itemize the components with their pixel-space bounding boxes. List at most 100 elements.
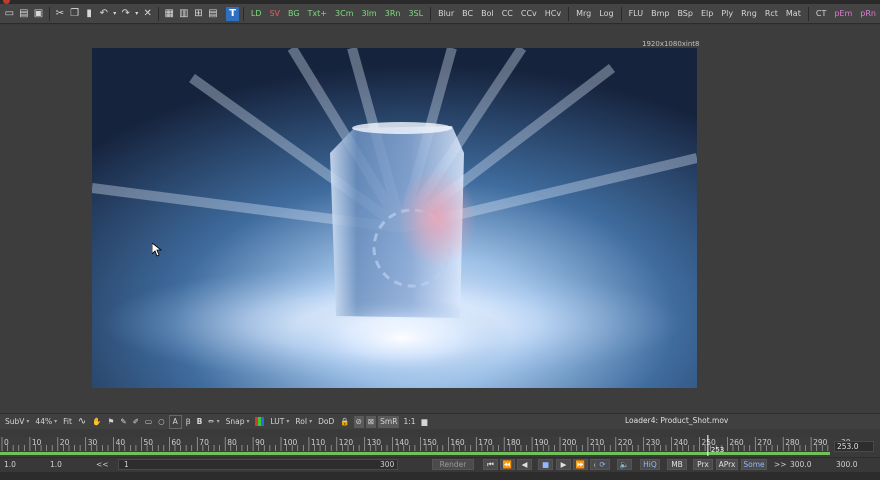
text-outline-icon[interactable]: Ꞵ bbox=[184, 416, 193, 428]
brush-icon[interactable]: ✐ bbox=[131, 416, 141, 428]
redo-icon[interactable]: ↷ bbox=[119, 7, 132, 21]
viewer-panel[interactable]: 1920x1080xint8 bbox=[0, 25, 880, 413]
nav-left-button[interactable]: << bbox=[94, 459, 109, 470]
delete-icon[interactable]: ✕ bbox=[141, 7, 154, 21]
go-to-start-button[interactable]: ⏮ bbox=[483, 459, 498, 470]
checker-icon[interactable]: ⊘ bbox=[353, 415, 364, 428]
tool-button-3rn[interactable]: 3Rn bbox=[382, 7, 404, 21]
ruler-tick-label: 270 bbox=[757, 438, 772, 447]
smr-button[interactable]: SmR bbox=[378, 415, 400, 428]
tool-button-3cm[interactable]: 3Cm bbox=[332, 7, 356, 21]
circle-icon[interactable]: ○ bbox=[156, 416, 167, 428]
viewer-toolbar: SubV 44% Fit ∿ ✋ ⚑ ✎ ✐ ▭ ○ A Ꞵ B ✏ Snap … bbox=[0, 413, 880, 429]
tool-button-bmp[interactable]: Bmp bbox=[648, 7, 672, 21]
tool-button-bsp[interactable]: BSp bbox=[674, 7, 696, 21]
step-forward-button[interactable]: ⏩ bbox=[573, 459, 588, 470]
global-end-field[interactable]: 300.0 bbox=[834, 459, 874, 470]
tool-button-txt[interactable]: Txt+ bbox=[305, 7, 330, 21]
tool-button-ct[interactable]: CT bbox=[813, 7, 829, 21]
cut-icon[interactable]: ✂ bbox=[54, 7, 67, 21]
audio-icon[interactable]: 🔈 bbox=[617, 459, 632, 470]
tool-button-bol[interactable]: Bol bbox=[478, 7, 497, 21]
render-end-field[interactable]: 300.0 bbox=[788, 459, 824, 470]
render-button[interactable]: Render bbox=[432, 459, 474, 470]
proxy-button[interactable]: Prx bbox=[693, 459, 713, 470]
tool-button-sv[interactable]: SV bbox=[266, 7, 283, 21]
copy-icon[interactable]: ❐ bbox=[68, 7, 81, 21]
hand-icon[interactable]: ✋ bbox=[90, 416, 103, 428]
ruler-tick-label: 110 bbox=[311, 438, 326, 447]
stop-button[interactable]: ■ bbox=[538, 459, 553, 470]
curve-icon[interactable]: ∿ bbox=[76, 416, 88, 428]
tool-button-3sl[interactable]: 3SL bbox=[405, 7, 426, 21]
cached-frames-bar bbox=[0, 452, 830, 455]
current-frame-field[interactable]: 253.0 bbox=[834, 441, 874, 452]
play-reverse-button[interactable]: ◀ bbox=[517, 459, 532, 470]
bold-icon[interactable]: B bbox=[195, 416, 205, 428]
subview-dropdown[interactable]: SubV bbox=[3, 416, 31, 428]
play-button[interactable]: ▶ bbox=[556, 459, 571, 470]
undo-icon[interactable]: ↶ bbox=[97, 7, 110, 21]
tool-button-ld[interactable]: LD bbox=[248, 7, 265, 21]
ruler-ticks[interactable]: 0 10 20 30 40 50 60 70 80 90 100 110 120 130 140 150 160… bbox=[0, 431, 880, 457]
new-file-icon[interactable]: ▭ bbox=[3, 7, 16, 21]
flag-icon[interactable]: ⚑ bbox=[106, 416, 117, 428]
tool-button-rct[interactable]: Rct bbox=[762, 7, 781, 21]
tool-button-bg[interactable]: BG bbox=[285, 7, 303, 21]
grid-icon[interactable]: ⊠ bbox=[365, 415, 377, 428]
rectangle-icon[interactable]: ▭ bbox=[143, 416, 154, 428]
tool-button-elp[interactable]: Elp bbox=[698, 7, 716, 21]
tool-button-cc[interactable]: CC bbox=[499, 7, 516, 21]
some-button[interactable]: Some bbox=[741, 459, 767, 470]
global-start-field[interactable]: 1.0 bbox=[2, 459, 42, 470]
tool-button-flu[interactable]: FLU bbox=[626, 7, 647, 21]
paste-icon[interactable]: ▮ bbox=[83, 7, 96, 21]
tool-button-pem[interactable]: pEm bbox=[831, 7, 855, 21]
nav-right-button[interactable]: >> bbox=[772, 459, 787, 470]
roi-dropdown[interactable]: RoI bbox=[293, 416, 314, 428]
layout-single-icon[interactable]: ▦ bbox=[163, 7, 176, 21]
tool-button-ccv[interactable]: CCv bbox=[518, 7, 540, 21]
fit-button[interactable]: Fit bbox=[61, 416, 74, 428]
chevron-down-icon[interactable]: ▾ bbox=[134, 7, 139, 21]
tool-button-rng[interactable]: Rng bbox=[738, 7, 760, 21]
range-slider[interactable] bbox=[118, 459, 398, 470]
tool-button-mrg[interactable]: Mrg bbox=[573, 7, 594, 21]
tool-button-log[interactable]: Log bbox=[596, 7, 616, 21]
chevron-down-icon[interactable]: ▾ bbox=[112, 7, 117, 21]
save-icon[interactable]: ▣ bbox=[32, 7, 45, 21]
open-file-icon[interactable]: ▤ bbox=[18, 7, 31, 21]
tool-button-blur[interactable]: Blur bbox=[435, 7, 457, 21]
snap-dropdown[interactable]: Snap bbox=[224, 416, 252, 428]
motion-blur-button[interactable]: MB bbox=[667, 459, 687, 470]
layout-split-icon[interactable]: ▥ bbox=[178, 7, 191, 21]
pen-icon[interactable]: ✎ bbox=[118, 416, 128, 428]
tool-button-3im[interactable]: 3Im bbox=[358, 7, 379, 21]
tool-button-ply[interactable]: Ply bbox=[718, 7, 736, 21]
layout-quad-icon[interactable]: ⊞ bbox=[192, 7, 205, 21]
histogram-icon[interactable]: ▆ bbox=[420, 416, 430, 428]
paint-tool-icon[interactable]: ✏ bbox=[206, 416, 221, 428]
fusion-t-icon[interactable]: T bbox=[226, 6, 239, 21]
render-start-field[interactable]: 1.0 bbox=[48, 459, 88, 470]
loop-button[interactable]: ⟳ bbox=[595, 459, 610, 470]
dod-button[interactable]: DoD bbox=[316, 416, 336, 428]
tool-button-prn[interactable]: pRn bbox=[857, 7, 879, 21]
lut-dropdown[interactable]: LUT bbox=[268, 416, 291, 428]
text-a-icon[interactable]: A bbox=[168, 414, 182, 429]
ratio-button[interactable]: 1:1 bbox=[401, 416, 417, 428]
time-ruler[interactable]: 0 10 20 30 40 50 60 70 80 90 100 110 120 130 140 150 160… bbox=[0, 431, 880, 457]
hiq-button[interactable]: HiQ bbox=[640, 459, 660, 470]
viewer-image[interactable] bbox=[92, 48, 697, 388]
ruler-tick-label: 170 bbox=[478, 438, 493, 447]
tool-button-bc[interactable]: BC bbox=[459, 7, 476, 21]
tool-button-mat[interactable]: Mat bbox=[783, 7, 804, 21]
auto-proxy-button[interactable]: APrx bbox=[716, 459, 738, 470]
color-channels-icon[interactable] bbox=[253, 416, 266, 428]
tool-button-hcv[interactable]: HCv bbox=[542, 7, 564, 21]
step-back-button[interactable]: ⏪ bbox=[500, 459, 515, 470]
zoom-dropdown[interactable]: 44% bbox=[33, 416, 59, 428]
ruler-tick-label: 20 bbox=[60, 438, 70, 447]
lock-icon[interactable]: 🔒 bbox=[338, 416, 351, 428]
layout-wide-icon[interactable]: ▤ bbox=[207, 7, 220, 21]
